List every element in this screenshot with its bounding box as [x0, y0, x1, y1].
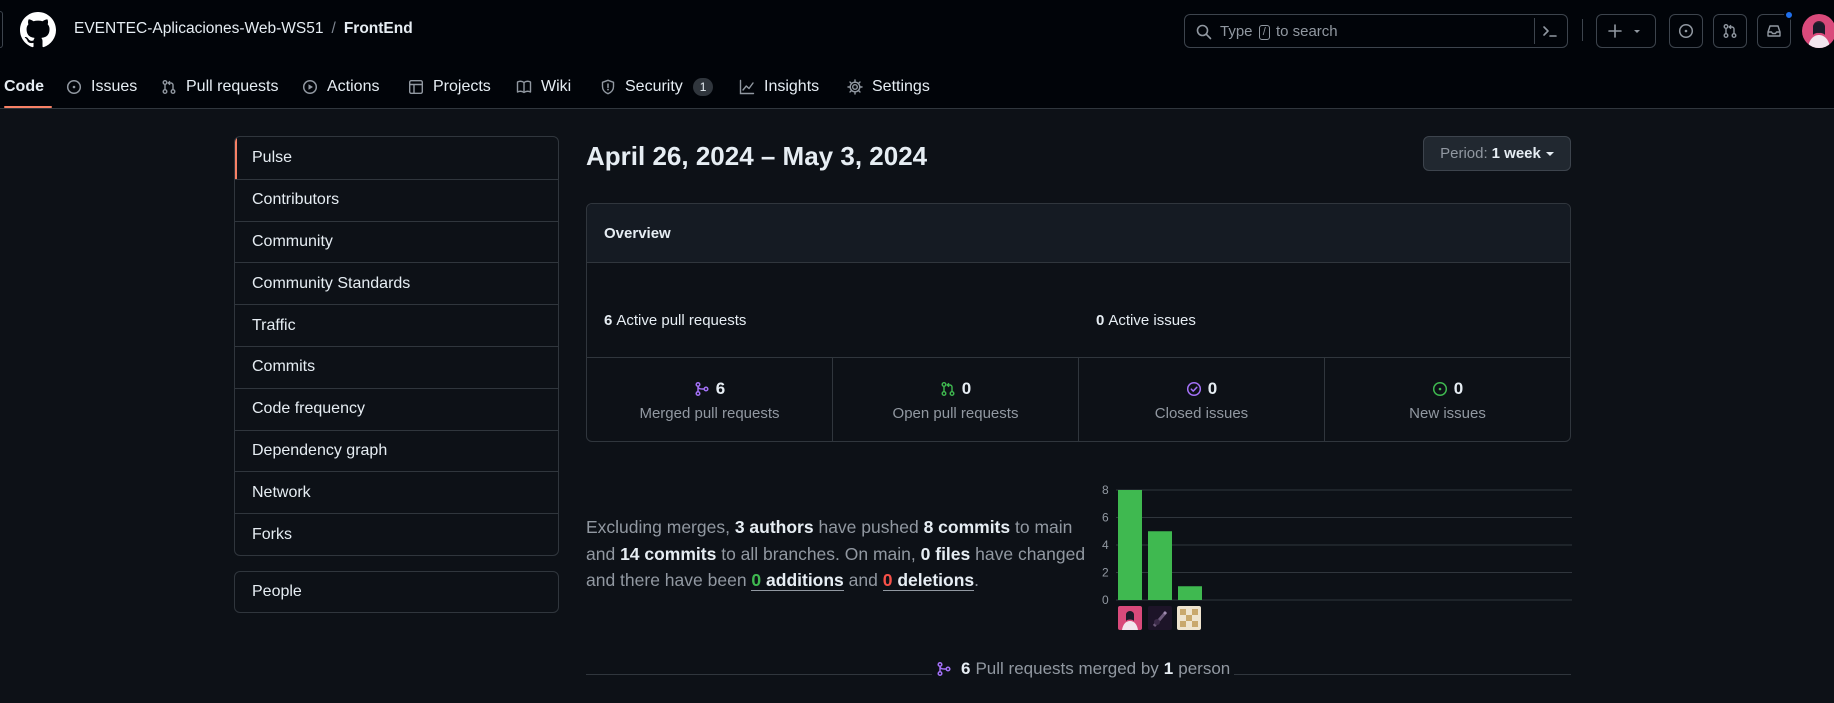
search-placeholder: Type / to search [1220, 23, 1338, 40]
github-logo-icon[interactable] [20, 12, 56, 48]
tab-code[interactable]: Code [4, 66, 52, 108]
git-pull-request-icon [162, 80, 176, 94]
git-merge-icon [695, 381, 709, 396]
sidebar-item-community[interactable]: Community [235, 220, 558, 263]
period-select-button[interactable]: Period: 1 week [1423, 136, 1571, 171]
active-issues-link[interactable]: 0 Active issues [1096, 312, 1196, 329]
sidebar-item-code-frequency[interactable]: Code frequency [235, 387, 558, 430]
repo-owner-link[interactable]: EVENTEC-Aplicaciones-Web-WS51 [74, 20, 324, 37]
y-tick-label: 6 [1102, 511, 1109, 525]
book-icon [516, 80, 532, 94]
shield-icon [601, 79, 615, 95]
tab-projects[interactable]: Projects [408, 66, 491, 108]
tab-insights[interactable]: Insights [739, 66, 819, 108]
commit-bar-1[interactable] [1118, 490, 1142, 600]
sidebar-item-commits[interactable]: Commits [235, 345, 558, 388]
author-avatar-2[interactable] [1148, 606, 1172, 630]
issue-opened-icon [1678, 23, 1694, 39]
git-pull-request-icon [1723, 24, 1737, 38]
table-icon [409, 80, 424, 95]
git-pull-request-icon [941, 381, 955, 396]
breadcrumb-separator: / [331, 20, 336, 37]
sidebar-item-community-standards[interactable]: Community Standards [235, 262, 558, 304]
your-pull-requests-button[interactable] [1713, 14, 1747, 48]
author-avatar-1[interactable] [1118, 606, 1142, 630]
overview-box: Overview 6 Active pull requests 0 Active i… [586, 203, 1571, 442]
deletions-link[interactable]: 0 deletions [882, 570, 975, 591]
author-avatar-3[interactable] [1177, 606, 1201, 630]
page-title: April 26, 2024 – May 3, 2024 [586, 141, 928, 171]
issue-opened-icon [1432, 381, 1447, 396]
active-prs-link[interactable]: 6 Active pull requests [604, 312, 746, 329]
inbox-icon [1767, 25, 1781, 37]
commits-all-count: 14 commits [620, 543, 717, 564]
notification-indicator [1784, 10, 1794, 20]
sidebar-item-traffic[interactable]: Traffic [235, 304, 558, 346]
sidebar-item-forks[interactable]: Forks [235, 513, 558, 555]
triangle-down-icon [1634, 30, 1640, 33]
security-alert-count: 1 [692, 78, 714, 96]
slash-key-hint: / [1258, 25, 1270, 40]
sidebar-item-dependency-graph[interactable]: Dependency graph [235, 429, 558, 472]
tab-pull-requests[interactable]: Pull requests [161, 66, 279, 108]
graph-icon [739, 79, 755, 95]
merged-prs-heading: 6 Pull requests merged by 1 person [932, 659, 1235, 679]
play-icon [302, 79, 318, 95]
tab-wiki[interactable]: Wiki [516, 66, 571, 108]
new-issues-stat[interactable]: 0 New issues [1324, 358, 1570, 441]
search-input[interactable]: Type / to search [1184, 14, 1568, 48]
breadcrumb: EVENTEC-Aplicaciones-Web-WS51 / FrontEnd [74, 20, 413, 38]
sidebar-item-people[interactable]: People [234, 571, 559, 613]
overview-stats: 6 Merged pull requests 0 Open pull reque… [587, 358, 1570, 441]
tab-security[interactable]: Security 1 [600, 66, 714, 108]
command-palette-icon[interactable] [1542, 23, 1558, 39]
insights-sidebar: Pulse Contributors Community Community S… [234, 136, 559, 556]
create-new-button[interactable] [1596, 14, 1656, 48]
overview-bars: 6 Active pull requests 0 Active issues [587, 263, 1570, 358]
tab-settings[interactable]: Settings [847, 66, 930, 108]
caret-down-icon [1545, 151, 1554, 156]
issue-closed-icon [1186, 381, 1201, 396]
sidebar-toggle-button[interactable] [0, 11, 3, 48]
authors-count: 3 authors [734, 517, 814, 537]
issue-opened-icon [66, 79, 82, 95]
period-value: 1 week [1491, 145, 1541, 162]
search-divider [1534, 18, 1535, 44]
sidebar-item-network[interactable]: Network [235, 471, 558, 513]
y-tick-label: 8 [1102, 483, 1109, 497]
search-icon [1196, 24, 1212, 40]
open-prs-stat[interactable]: 0 Open pull requests [832, 358, 1078, 441]
user-avatar[interactable] [1802, 14, 1834, 48]
closed-issues-stat[interactable]: 0 Closed issues [1078, 358, 1324, 441]
selected-tab-underline [4, 106, 52, 108]
files-changed-count: 0 files [920, 543, 971, 564]
plus-icon [1608, 24, 1622, 38]
commit-bar-3[interactable] [1178, 586, 1202, 600]
additions-link[interactable]: 0 additions [751, 570, 844, 591]
sidebar-item-pulse[interactable]: Pulse [235, 137, 558, 179]
commit-summary: Excluding merges, 3 authors have pushed … [586, 517, 1086, 591]
y-tick-label: 2 [1102, 566, 1109, 580]
repo-nav: Code Issues Pull requests Actions Projec… [0, 66, 1834, 108]
repo-name-link[interactable]: FrontEnd [344, 20, 413, 37]
period-label: Period: [1440, 145, 1488, 162]
your-issues-button[interactable] [1669, 14, 1703, 48]
git-merge-icon [937, 661, 951, 677]
gear-icon [847, 79, 863, 95]
commits-main-count: 8 commits [923, 517, 1011, 537]
commit-bar-2[interactable] [1148, 531, 1172, 600]
tab-issues[interactable]: Issues [66, 66, 137, 108]
y-tick-label: 0 [1102, 593, 1109, 607]
header-divider [1582, 19, 1583, 41]
y-tick-label: 4 [1102, 538, 1109, 552]
overview-title: Overview [587, 204, 1570, 263]
sidebar-item-contributors[interactable]: Contributors [235, 178, 558, 221]
tab-actions[interactable]: Actions [302, 66, 379, 108]
merged-prs-stat[interactable]: 6 Merged pull requests [587, 358, 832, 441]
top-header: EVENTEC-Aplicaciones-Web-WS51 / FrontEnd T… [0, 0, 1834, 109]
